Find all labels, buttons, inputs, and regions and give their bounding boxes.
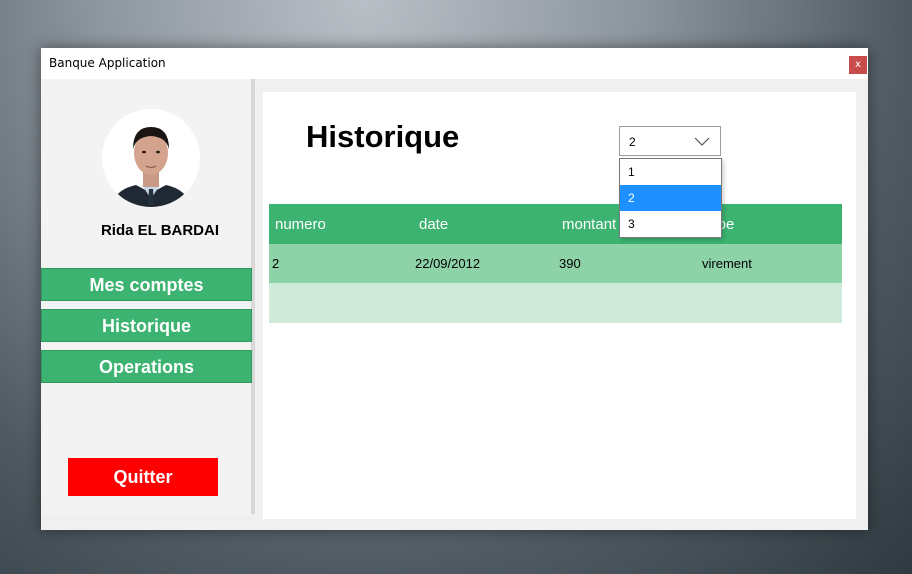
dropdown-option-1[interactable]: 1: [620, 159, 721, 185]
empty-table-row[interactable]: [269, 283, 842, 323]
close-button[interactable]: x: [849, 56, 867, 74]
dropdown-option-3[interactable]: 3: [620, 211, 721, 237]
cell-type: virement: [702, 256, 752, 271]
chevron-down-icon: [694, 137, 710, 146]
nav-operations-button[interactable]: Operations: [41, 350, 252, 383]
account-select-value: 2: [629, 135, 636, 149]
cell-date: 22/09/2012: [415, 256, 481, 271]
sidebar: Rida EL BARDAI Mes comptes Historique Op…: [41, 79, 255, 514]
cell-numero: 2: [272, 256, 280, 271]
quit-button[interactable]: Quitter: [68, 458, 218, 496]
main-panel: Historique numero date montant type 2 22…: [263, 92, 856, 519]
history-table: numero date montant type 2 22/09/2012 39…: [269, 204, 842, 323]
nav-historique-button[interactable]: Historique: [41, 309, 252, 342]
window-title: Banque Application: [49, 56, 166, 70]
column-header-date[interactable]: date: [419, 216, 448, 233]
avatar: [102, 109, 200, 207]
cell-montant: 390: [559, 256, 581, 271]
page-title: Historique: [306, 119, 460, 154]
column-header-numero[interactable]: numero: [275, 216, 326, 233]
account-select[interactable]: 2: [619, 126, 721, 156]
user-photo: [102, 109, 200, 207]
column-header-montant[interactable]: montant: [562, 216, 616, 233]
nav-mes-comptes-button[interactable]: Mes comptes: [41, 268, 252, 301]
table-row[interactable]: 2 22/09/2012 390 virement: [269, 244, 842, 283]
title-bar[interactable]: Banque Application x: [41, 48, 868, 79]
user-name: Rida EL BARDAI: [100, 222, 220, 239]
table-header: numero date montant type: [269, 204, 842, 244]
account-dropdown-list: 1 2 3: [619, 158, 722, 238]
app-window: Banque Application x Rida EL BARDAI Mes …: [41, 48, 868, 530]
dropdown-option-2[interactable]: 2: [620, 185, 721, 211]
